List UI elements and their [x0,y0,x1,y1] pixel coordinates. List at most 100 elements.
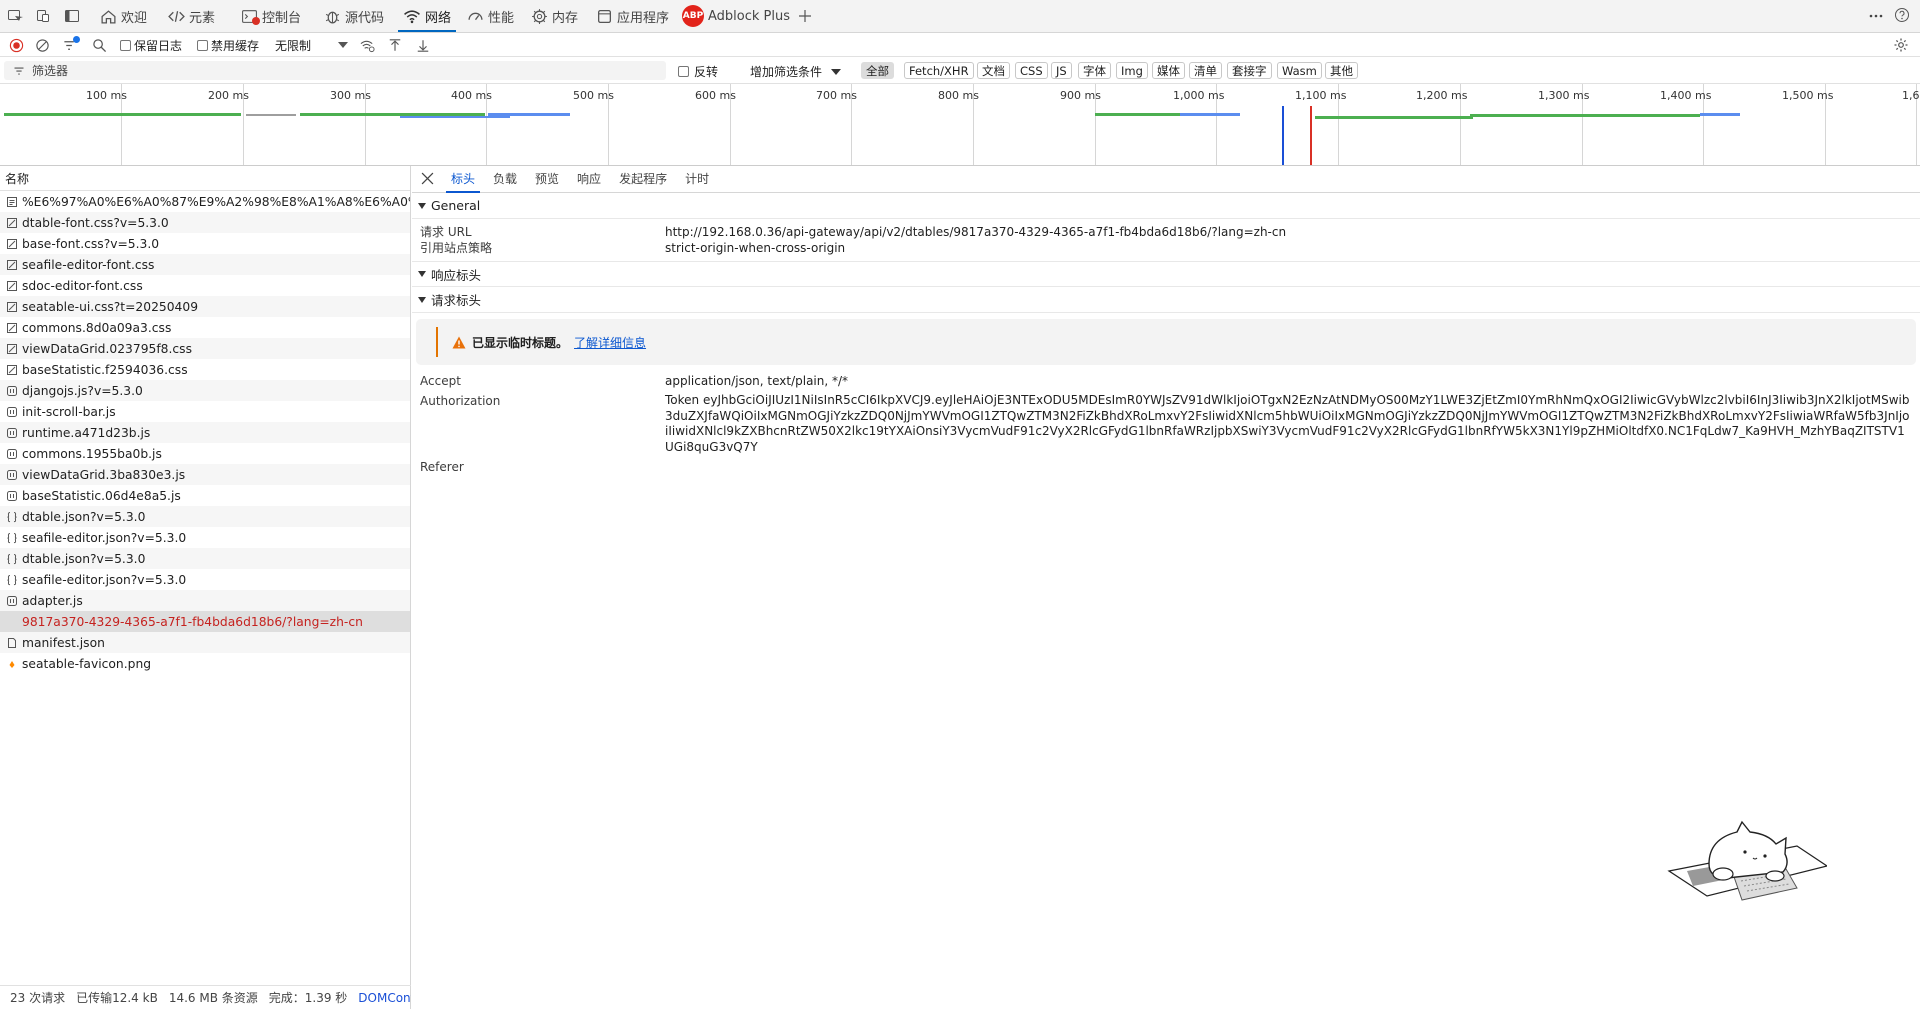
request-row[interactable]: djangojs.js?v=5.3.0 [0,380,410,401]
type-filter-all[interactable]: 全部 [861,62,894,79]
header-name: 引用站点策略 [420,241,493,255]
request-row[interactable]: %E6%97%A0%E6%A0%87%E9%A2%98%E8%A1%A8%E6%… [0,191,410,212]
more-filters-dropdown[interactable]: 增加筛选条件 [750,63,842,80]
request-row[interactable]: commons.1955ba0b.js [0,443,410,464]
request-row[interactable]: base-font.css?v=5.3.0 [0,233,410,254]
type-filter-fetch-xhr[interactable]: Fetch/XHR [904,62,974,79]
header-value[interactable]: http://192.168.0.36/api-gateway/api/v2/d… [665,224,1920,240]
network-conditions-button[interactable] [359,33,376,57]
name-column-header[interactable]: 名称 [0,166,410,191]
bongo-cat-icon [1667,816,1827,916]
request-row[interactable]: seafile-editor.json?v=5.3.0 [0,569,410,590]
request-row[interactable]: sdoc-editor-font.css [0,275,410,296]
tab-welcome[interactable]: 欢迎 [100,0,147,32]
header-value[interactable] [665,459,1920,475]
request-row[interactable]: runtime.a471d23b.js [0,422,410,443]
request-row[interactable]: dtable.json?v=5.3.0 [0,548,410,569]
timeline-overview[interactable]: 100 ms 200 ms 300 ms 400 ms 500 ms 600 m… [0,84,1920,166]
type-filter-font[interactable]: 字体 [1078,62,1111,79]
request-row[interactable]: baseStatistic.f2594036.css [0,359,410,380]
dock-side-icon[interactable] [64,8,80,24]
header-value[interactable]: Token eyJhbGciOiJIUzI1NiIsInR5cCI6IkpXVC… [665,393,1920,455]
disable-cache-checkbox[interactable]: 禁用缓存 [197,33,259,57]
request-row[interactable]: seatable-ui.css?t=20250409 [0,296,410,317]
tab-console[interactable]: 控制台 [241,0,301,32]
timeline-tick: 1,500 ms [1782,89,1834,102]
header-row: 引用站点策略 strict-origin-when-cross-origin [412,240,1920,256]
request-row[interactable]: seafile-editor-font.css [0,254,410,275]
general-section-header[interactable]: General [412,193,1920,219]
network-settings-button[interactable] [1893,33,1909,57]
tab-label: 源代码 [345,10,385,26]
search-button[interactable] [92,33,107,57]
tab-memory[interactable]: 内存 [531,0,578,32]
throttling-select[interactable]: 无限制 [275,33,311,57]
tab-adblock-plus[interactable]: ABP Adblock Plus [682,0,790,32]
device-emulation-icon[interactable] [35,8,51,24]
request-row[interactable]: baseStatistic.06d4e8a5.js [0,485,410,506]
tab-payload[interactable]: 负载 [484,170,526,192]
request-row[interactable]: commons.8d0a09a3.css [0,317,410,338]
request-name: manifest.json [22,635,105,650]
timeline-bar [1315,116,1473,119]
search-icon [92,38,107,53]
warning-icon [452,336,466,349]
filter-toggle-button[interactable] [62,33,80,57]
header-value[interactable]: application/json, text/plain, */* [665,373,1920,389]
tab-preview[interactable]: 预览 [526,170,568,192]
type-filter-other[interactable]: 其他 [1325,62,1358,79]
tab-performance[interactable]: 性能 [467,0,514,32]
domcontentloaded-marker [1282,106,1284,165]
request-row[interactable]: viewDataGrid.023795f8.css [0,338,410,359]
download-icon [416,38,430,53]
type-filter-manifest[interactable]: 清单 [1189,62,1222,79]
tab-sources[interactable]: 源代码 [324,0,384,32]
request-headers-section-header[interactable]: 请求标头 [412,287,1920,313]
import-har-button[interactable] [388,33,402,57]
type-filter-img[interactable]: Img [1116,62,1148,79]
css-file-icon [7,322,17,333]
close-icon[interactable] [412,172,442,192]
plus-icon[interactable] [797,8,813,24]
type-filter-js[interactable]: JS [1051,62,1072,79]
type-filter-doc[interactable]: 文档 [977,62,1010,79]
tab-elements[interactable]: 元素 [168,0,215,32]
tab-network[interactable]: 网络 [398,0,457,32]
header-value[interactable]: strict-origin-when-cross-origin [665,240,1920,256]
tab-initiator[interactable]: 发起程序 [610,170,676,192]
request-row[interactable]: viewDataGrid.3ba830e3.js [0,464,410,485]
export-har-button[interactable] [416,33,430,57]
timeline-bar [400,116,510,118]
help-icon[interactable] [1894,7,1910,23]
request-row[interactable]: dtable.json?v=5.3.0 [0,506,410,527]
tab-timing[interactable]: 计时 [676,170,718,192]
type-filter-wasm[interactable]: Wasm [1277,62,1322,79]
request-row[interactable]: manifest.json [0,632,410,653]
throttling-dropdown-button[interactable] [337,33,349,57]
preserve-log-checkbox[interactable]: 保留日志 [120,33,182,57]
json-file-icon [7,574,17,585]
request-row[interactable]: init-scroll-bar.js [0,401,410,422]
more-options-icon[interactable] [1868,8,1884,24]
learn-more-link[interactable]: 了解详细信息 [574,334,646,351]
filter-input[interactable]: 筛选器 [4,61,666,80]
tab-headers[interactable]: 标头 [442,170,484,193]
clear-button[interactable] [35,33,50,57]
invert-checkbox[interactable]: 反转 [678,63,718,80]
device-toolbar-icon[interactable] [7,8,23,24]
type-filter-css[interactable]: CSS [1015,62,1048,79]
type-filter-media[interactable]: 媒体 [1152,62,1185,79]
request-row-selected[interactable]: 9817a370-4329-4365-a7f1-fb4bda6d18b6/?la… [0,611,410,632]
tab-application[interactable]: 应用程序 [596,0,669,32]
request-row[interactable]: dtable-font.css?v=5.3.0 [0,212,410,233]
js-file-icon [7,385,17,396]
request-row[interactable]: adapter.js [0,590,410,611]
tab-response[interactable]: 响应 [568,170,610,192]
chevron-down-icon [337,40,349,50]
section-title: General [431,198,481,213]
request-row[interactable]: seatable-favicon.png [0,653,410,674]
type-filter-socket[interactable]: 套接字 [1227,62,1272,79]
response-headers-section-header[interactable]: 响应标头 [412,261,1920,287]
request-row[interactable]: seafile-editor.json?v=5.3.0 [0,527,410,548]
record-button[interactable] [9,33,24,57]
